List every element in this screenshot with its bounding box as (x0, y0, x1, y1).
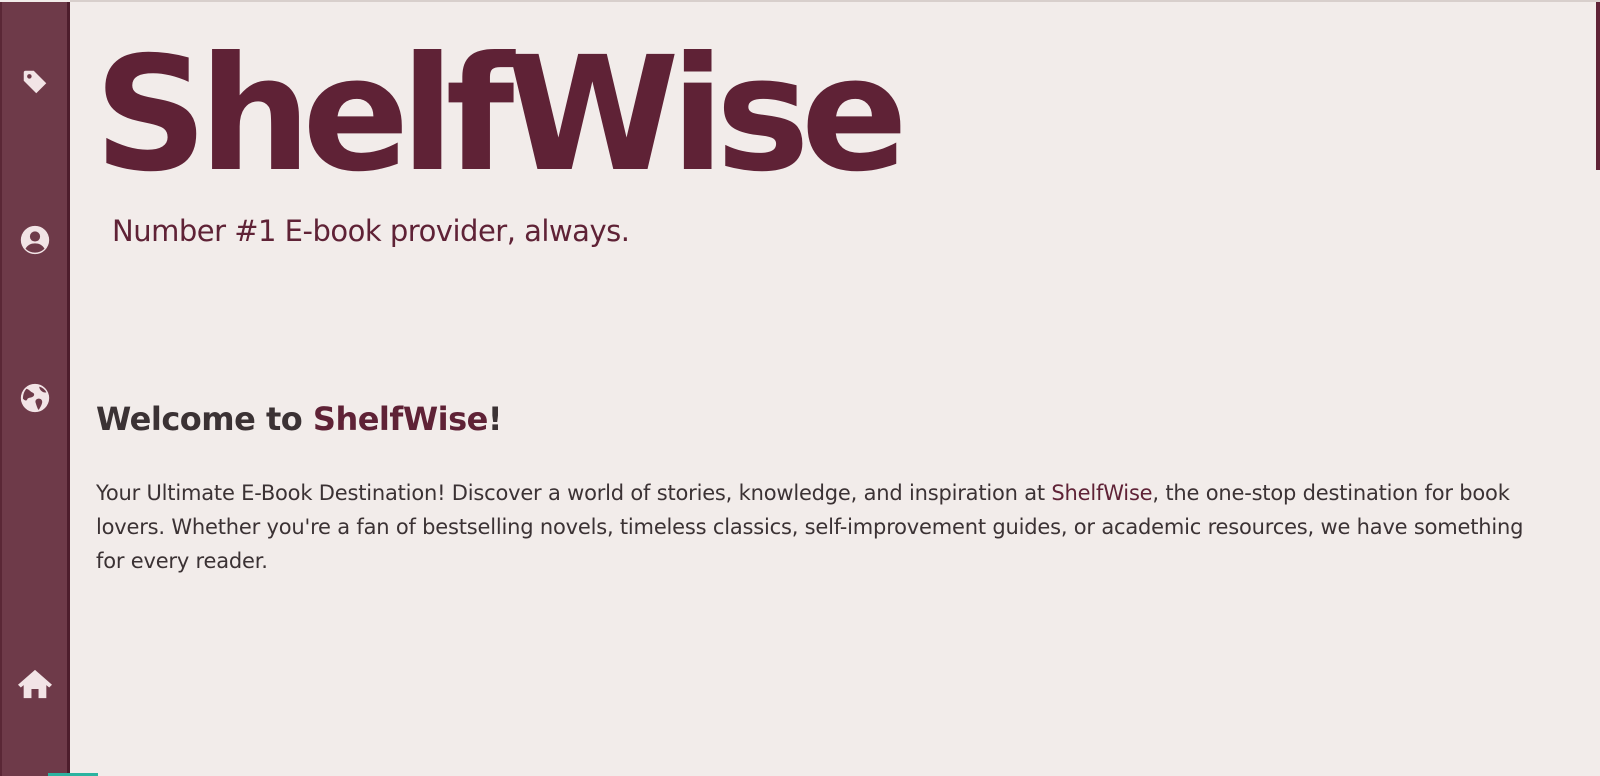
sidebar-item-home[interactable] (2, 652, 67, 716)
sidebar-item-user[interactable] (2, 208, 67, 272)
brand-title: ShelfWise (94, 23, 908, 207)
sidebar-item-globe[interactable] (2, 366, 67, 430)
main-content: ShelfWise Number #1 E-book provider, alw… (70, 0, 1600, 776)
user-icon (18, 223, 52, 257)
sidebar-item-tag[interactable] (2, 50, 67, 114)
tagline: Number #1 E-book provider, always. (112, 214, 630, 248)
app-window: ShelfWise Number #1 E-book provider, alw… (0, 0, 1600, 776)
welcome-suffix: ! (487, 400, 503, 438)
sidebar-nav (0, 2, 70, 776)
globe-icon (18, 381, 52, 415)
scrollbar-thumb[interactable] (1596, 2, 1600, 170)
intro-paragraph: Your Ultimate E-Book Destination! Discov… (96, 476, 1556, 578)
home-icon (16, 667, 54, 701)
welcome-prefix: Welcome to (96, 400, 313, 438)
intro-text-start: Your Ultimate E-Book Destination! Discov… (96, 481, 1052, 505)
welcome-heading: Welcome to ShelfWise! (96, 400, 502, 438)
intro-brand: ShelfWise (1051, 481, 1153, 505)
tag-icon (20, 67, 50, 97)
welcome-brand: ShelfWise (312, 400, 488, 438)
